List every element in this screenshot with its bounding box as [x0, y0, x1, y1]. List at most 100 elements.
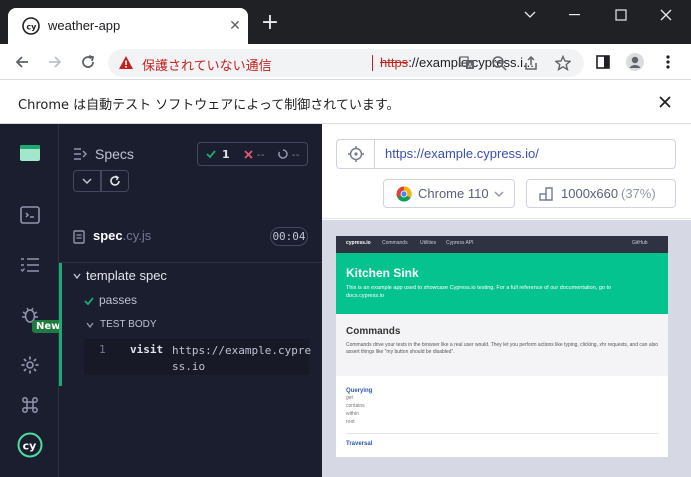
cypress-app: New cy Specs 1 -- -- spec.cy.js 00:04 te…: [0, 124, 691, 477]
more-menu-icon[interactable]: [656, 50, 680, 74]
spec-file-name[interactable]: spec.cy.js: [93, 228, 151, 243]
passed-count: 1: [222, 147, 230, 161]
reload-icon[interactable]: [76, 50, 100, 74]
specs-menu-icon[interactable]: [73, 147, 89, 161]
site-nav-commands[interactable]: Commands: [382, 240, 408, 246]
command-argument: https://example.cypress.io: [172, 344, 312, 373]
test-passed-icon: [84, 297, 94, 306]
command-log-row[interactable]: 1 visit https://example.cypress.io: [84, 339, 312, 375]
test-body-chevron-icon[interactable]: [86, 322, 94, 328]
title-bar: cy weather-app ✕ +: [0, 0, 691, 44]
site-nav-api[interactable]: Cypress API: [446, 240, 474, 246]
collapse-button[interactable]: [73, 170, 101, 192]
viewport-icon: [539, 187, 553, 201]
list-item[interactable]: root: [346, 418, 658, 426]
list-divider: [346, 433, 658, 434]
tab-title: weather-app: [48, 18, 121, 33]
site-brand[interactable]: cypress.io: [346, 240, 371, 246]
profile-avatar-icon[interactable]: [623, 50, 647, 74]
automation-infobar: Chrome は自動テスト ソフトウェアによって制御されています。: [0, 81, 691, 124]
keyboard-shortcuts-icon[interactable]: [17, 392, 43, 418]
svg-text:cy: cy: [23, 440, 37, 453]
list-item[interactable]: get: [346, 394, 658, 402]
hero-text: This is an example app used to showcase …: [346, 285, 612, 299]
spec-duration: 00:04: [270, 227, 308, 246]
pending-spinner-icon: [277, 149, 288, 159]
browser-chevron-icon: [494, 191, 504, 197]
viewport-size: 1000x660: [561, 186, 619, 201]
cypress-logo-icon[interactable]: cy: [17, 432, 43, 458]
zoom-out-icon[interactable]: [490, 54, 508, 72]
commands-title: Commands: [346, 326, 401, 337]
spec-file-icon: [73, 230, 85, 244]
pending-count: --: [291, 147, 300, 161]
address-bar: 保護されていない通信 https://example.cypress.i... …: [0, 44, 691, 80]
share-icon[interactable]: [522, 54, 540, 72]
site-hero: Kitchen Sink This is an example app used…: [336, 253, 668, 314]
tab-close-icon[interactable]: ✕: [226, 17, 244, 35]
traversal-heading[interactable]: Traversal: [346, 441, 658, 447]
new-tab-button[interactable]: +: [258, 12, 282, 36]
aut-iframe[interactable]: cypress.io Commands Utilities Cypress AP…: [336, 236, 668, 457]
warning-icon[interactable]: [118, 55, 134, 71]
selector-playground-icon[interactable]: [337, 140, 375, 168]
site-nav-utilities[interactable]: Utilities: [420, 240, 436, 246]
project-icon[interactable]: [17, 140, 43, 166]
command-name: visit: [130, 343, 164, 356]
list-item[interactable]: within: [346, 410, 658, 418]
cypress-favicon-icon: cy: [22, 17, 40, 35]
forward-icon[interactable]: [43, 50, 67, 74]
aut-canvas: cypress.io Commands Utilities Cypress AP…: [322, 220, 691, 477]
site-nav-github[interactable]: GitHub: [632, 240, 648, 246]
omnibox-url[interactable]: https://example.cypress.i...: [380, 55, 534, 70]
suite-title[interactable]: template spec: [86, 268, 167, 283]
infobar-close-icon[interactable]: [656, 93, 674, 111]
svg-text:cy: cy: [26, 22, 37, 31]
url-scheme: https: [380, 55, 409, 70]
chrome-logo-icon: [396, 186, 412, 202]
command-line-number: 1: [99, 343, 106, 356]
suite-status-bar: [59, 263, 62, 386]
tab-search-icon[interactable]: [508, 0, 552, 30]
suite-chevron-down-icon[interactable]: [73, 273, 81, 279]
aut-url[interactable]: https://example.cypress.io/: [385, 146, 539, 161]
settings-gear-icon[interactable]: [17, 352, 43, 378]
maximize-icon[interactable]: [599, 0, 643, 30]
viewport-scale: (37%): [621, 186, 656, 201]
browser-selector[interactable]: Chrome 110: [383, 179, 515, 208]
rerun-button[interactable]: [101, 170, 129, 192]
panel-divider: [59, 262, 322, 263]
passed-check-icon: [206, 150, 216, 159]
omnibox[interactable]: 保護されていない通信 https://example.cypress.i... …: [108, 49, 584, 77]
rerun-icon: [110, 175, 120, 186]
test-body-label: TEST BODY: [100, 319, 157, 330]
not-secure-label[interactable]: 保護されていない通信: [142, 55, 272, 74]
test-stats: 1 -- --: [197, 142, 308, 166]
chevron-down-icon: [82, 178, 92, 184]
test-title[interactable]: passes: [99, 293, 137, 307]
site-commands-section: Commands Commands drive your tests in th…: [336, 314, 668, 376]
runs-icon[interactable]: [17, 202, 43, 228]
commands-text: Commands drive your tests in the browser…: [346, 342, 658, 355]
aut-url-box[interactable]: https://example.cypress.io/: [336, 139, 676, 169]
spec-name: spec: [93, 228, 123, 243]
side-panel-icon[interactable]: [591, 50, 615, 74]
omnibox-separator: [372, 55, 373, 71]
browser-label: Chrome 110: [418, 186, 489, 201]
bookmark-star-icon[interactable]: [554, 54, 572, 72]
aut-preview: https://example.cypress.io/ Chrome 110 1…: [322, 124, 691, 477]
automation-message: Chrome は自動テスト ソフトウェアによって制御されています。: [18, 98, 400, 113]
specs-panel: Specs 1 -- -- spec.cy.js 00:04 template …: [59, 124, 322, 477]
specs-list-icon[interactable]: [17, 252, 43, 278]
back-icon[interactable]: [10, 50, 34, 74]
minimize-icon[interactable]: [553, 0, 597, 30]
preview-header: https://example.cypress.io/ Chrome 110 1…: [322, 124, 691, 219]
failed-count: --: [256, 147, 265, 161]
hero-title: Kitchen Sink: [346, 266, 419, 280]
list-item[interactable]: contains: [346, 402, 658, 410]
failed-x-icon: [244, 149, 253, 159]
viewport-selector[interactable]: 1000x660 (37%): [526, 179, 676, 208]
window-close-icon[interactable]: [644, 0, 688, 30]
translate-icon[interactable]: A: [458, 54, 476, 72]
browser-tab[interactable]: cy weather-app ✕: [8, 8, 248, 44]
